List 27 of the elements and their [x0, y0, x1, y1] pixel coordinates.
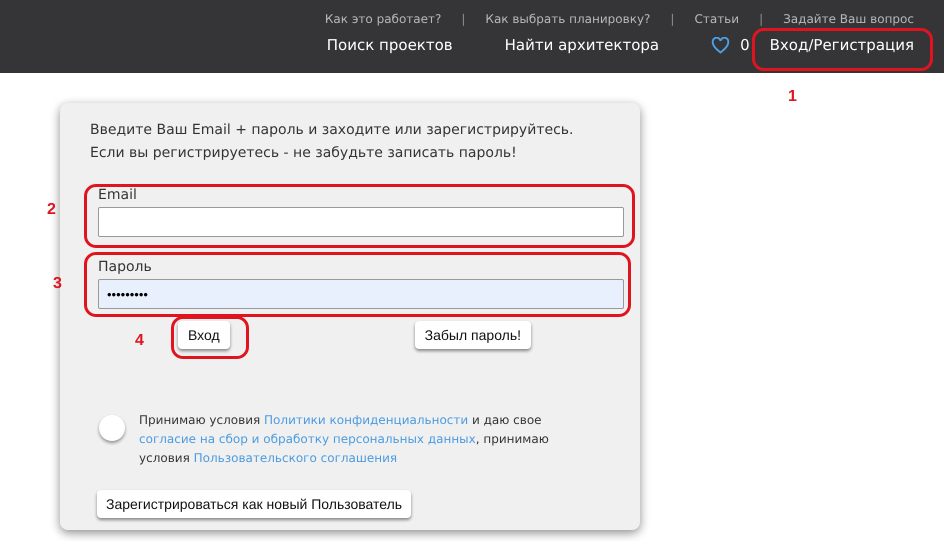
top-link[interactable]: Задайте Ваш вопрос [783, 12, 914, 26]
login-link[interactable]: Вход/Регистрация [770, 36, 914, 54]
register-button[interactable]: Зарегистрироваться как новый Пользователь [97, 490, 412, 518]
heart-icon[interactable] [711, 36, 730, 54]
field-label: Email [98, 187, 138, 203]
top-link[interactable]: Как это работает? [324, 12, 442, 26]
nav-link[interactable]: Найти архитектора [504, 36, 660, 54]
annotation-number: 1 [788, 88, 797, 106]
nav-link[interactable]: Поиск проектов [326, 36, 453, 54]
intro-text: Введите Ваш Email + пароль и заходите или зарегистрируйтесь. [90, 121, 574, 140]
top-link[interactable]: Как выбрать планировку? [485, 12, 650, 26]
consent-text: Принимаю условия Политики конфиденциальности и даю свое согласие на сбор и обработку персональных данных, принимаю условия Пользовательского соглашения [139, 412, 549, 467]
annotation-number: 2 [47, 201, 56, 219]
password-field[interactable]: ••••••••• [98, 279, 624, 309]
separator: | [670, 12, 674, 26]
forgot-password-button[interactable]: Забыл пароль! [414, 321, 532, 349]
top-link[interactable]: Статьи [694, 12, 740, 26]
favorites-count: 0 [740, 36, 750, 54]
field-label: Пароль [98, 259, 152, 275]
separator: | [759, 12, 764, 26]
email-field[interactable] [98, 207, 624, 237]
separator: | [461, 12, 466, 26]
annotation-number: 3 [53, 275, 62, 293]
login-button[interactable]: Вход [178, 321, 230, 349]
annotation-number: 4 [135, 332, 144, 350]
consent-checkbox[interactable] [99, 415, 125, 441]
intro-text: Если вы регистрируетесь - не забудьте записать пароль! [90, 144, 518, 163]
